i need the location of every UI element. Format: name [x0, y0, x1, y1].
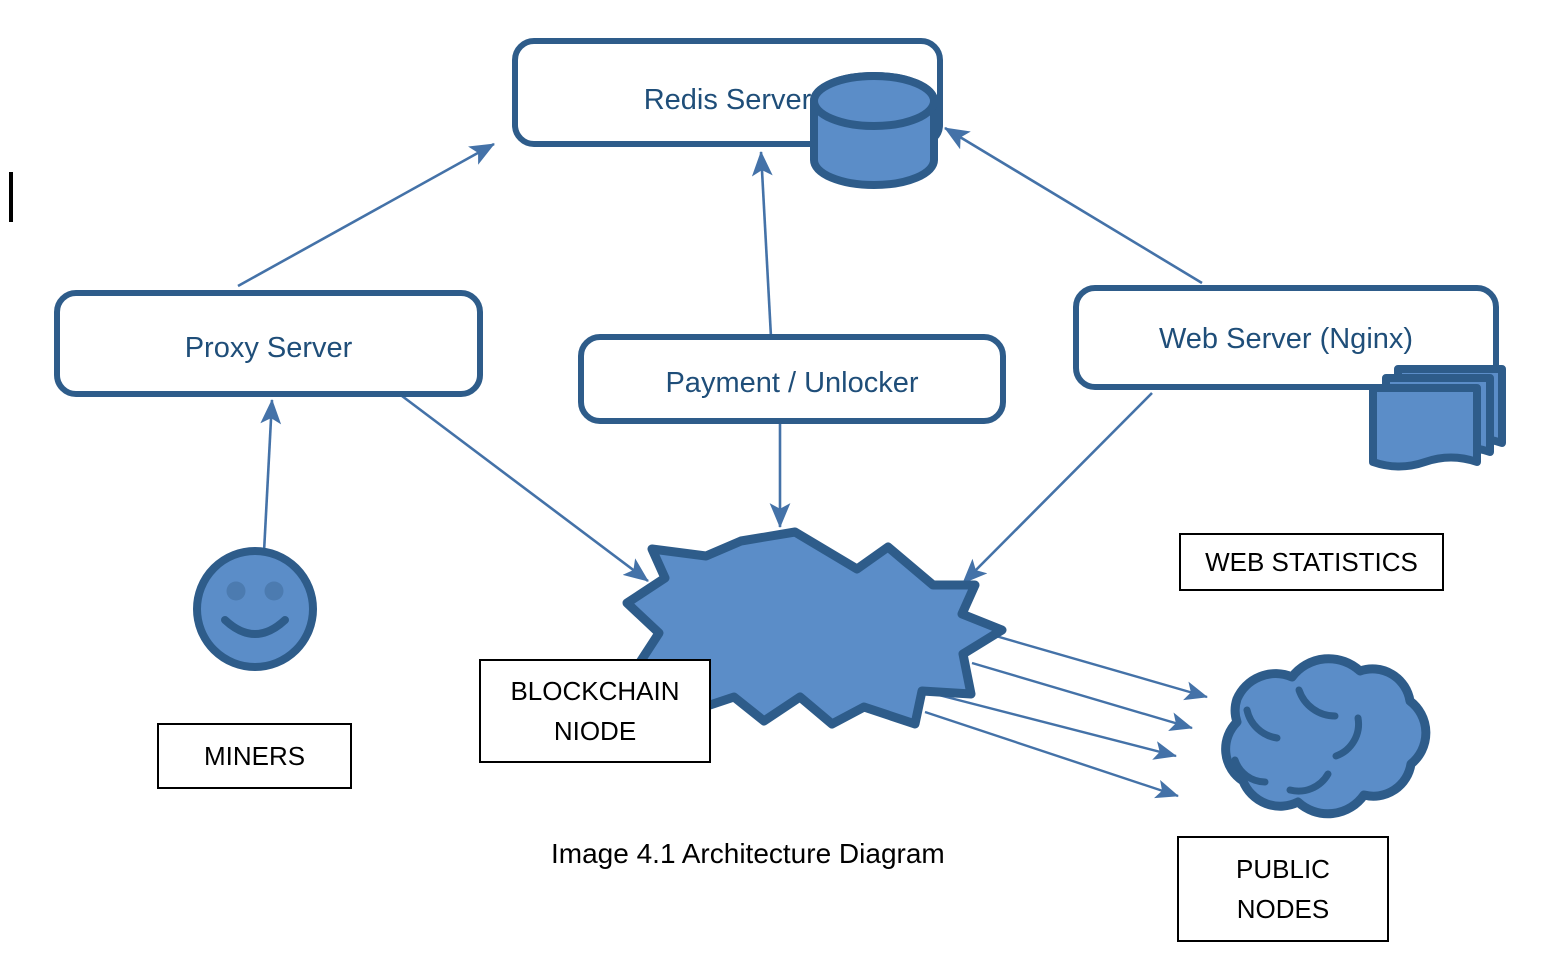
- arrow-blockchain-to-public-3: [926, 690, 1177, 760]
- node-redis-server[interactable]: Redis Server: [512, 38, 943, 147]
- arrow-blockchain-to-public-2: [971, 661, 1193, 731]
- label-public-nodes-line2: NODES: [1236, 894, 1330, 924]
- label-public-nodes-line1: PUBLIC: [1236, 853, 1330, 884]
- node-redis-server-label: Redis Server: [643, 84, 812, 116]
- label-miners-text: MINERS: [203, 740, 306, 771]
- arrow-proxy-to-redis: [237, 142, 495, 288]
- arrow-miners-to-proxy: [260, 398, 282, 553]
- arrow-payment-to-redis: [751, 150, 773, 338]
- label-blockchain-node[interactable]: BLOCKCHAIN NIODE: [479, 659, 711, 763]
- label-public-nodes[interactable]: PUBLIC NODES: [1177, 836, 1389, 942]
- arrow-blockchain-to-public-4: [924, 710, 1179, 799]
- node-proxy-server-label: Proxy Server: [184, 332, 353, 364]
- label-blockchain-node-line2: NIODE: [553, 716, 637, 746]
- node-proxy-server[interactable]: Proxy Server: [54, 290, 483, 397]
- label-miners[interactable]: MINERS: [157, 723, 352, 789]
- diagram-caption: Image 4.1 Architecture Diagram: [551, 838, 945, 869]
- label-web-statistics-text: WEB STATISTICS: [1205, 546, 1418, 577]
- label-blockchain-node-line1: BLOCKCHAIN: [510, 675, 680, 706]
- smiley-face-icon: [193, 547, 317, 671]
- arrow-blockchain-to-public-1: [981, 630, 1208, 701]
- label-web-statistics[interactable]: WEB STATISTICS: [1179, 533, 1444, 591]
- node-web-server[interactable]: Web Server (Nginx): [1073, 285, 1499, 390]
- node-payment-unlocker-label: Payment / Unlocker: [665, 367, 919, 399]
- arrow-webserver-to-redis: [944, 126, 1203, 285]
- cloud-icon: [1221, 654, 1431, 819]
- text-cursor-artifact: [9, 172, 13, 222]
- node-payment-unlocker[interactable]: Payment / Unlocker: [578, 334, 1006, 424]
- architecture-diagram-canvas: Redis Server Proxy Server Payment / Unlo…: [0, 0, 1543, 974]
- node-web-server-label: Web Server (Nginx): [1158, 323, 1414, 355]
